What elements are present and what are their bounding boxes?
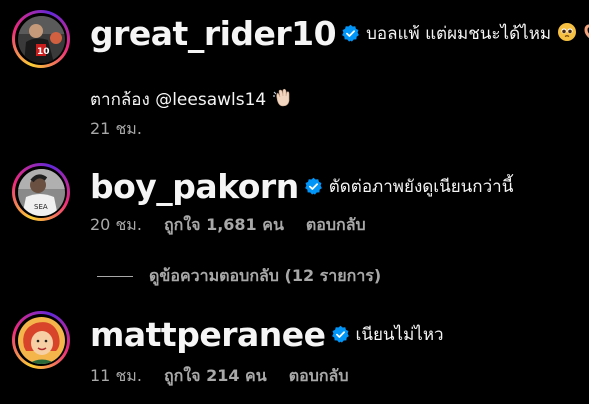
waving-hand-emoji <box>272 86 294 113</box>
comment-second-line: ตากล้อง @leesawls14 <box>90 86 294 113</box>
replies-divider <box>97 276 133 277</box>
comment-text: ตัดต่อภาพยังดูเนียนกว่านี้ <box>328 177 514 197</box>
verified-badge-icon <box>331 325 349 343</box>
likes-count[interactable]: ถูกใจ 214 คน <box>164 364 267 389</box>
verified-badge-icon <box>342 24 360 42</box>
avatar-mattperanee[interactable] <box>12 311 70 369</box>
comment-text: บอลแพ้ แต่ผมชนะได้ไหม <box>366 24 552 44</box>
svg-text:SEA: SEA <box>34 203 48 211</box>
avatar-great-rider10[interactable]: 10 <box>12 10 70 68</box>
comment-text: เนียนไม่ไหว <box>355 325 444 345</box>
svg-text:10: 10 <box>37 47 50 57</box>
comment-text-continued: ตากล้อง @leesawls14 <box>90 90 267 110</box>
comment-header: mattperanee เนียนไม่ไหว <box>90 315 444 354</box>
comments-panel: 10 great_rider10 บอลแพ้ แต่ผมชนะได้ไหม ต… <box>0 0 589 404</box>
view-replies-label: ดูข้อความตอบกลับ (12 รายการ) <box>149 266 382 285</box>
reply-button[interactable]: ตอบกลับ <box>289 364 349 389</box>
comment-meta: 21 ชม. <box>90 117 164 142</box>
comment-time: 21 ชม. <box>90 119 142 138</box>
username[interactable]: boy_pakorn <box>90 167 299 206</box>
view-replies-button[interactable]: ดูข้อความตอบกลับ (12 รายการ) <box>97 264 381 289</box>
comment-header: boy_pakorn ตัดต่อภาพยังดูเนียนกว่านี้ <box>90 167 513 206</box>
heart-hands-emoji <box>583 22 589 46</box>
comment-meta: 11 ชม. ถูกใจ 214 คน ตอบกลับ <box>90 364 371 389</box>
username[interactable]: mattperanee <box>90 315 326 354</box>
verified-badge-icon <box>304 177 322 195</box>
comment-meta: 20 ชม. ถูกใจ 1,681 คน ตอบกลับ <box>90 213 388 238</box>
comment-time: 11 ชม. <box>90 366 142 385</box>
comment-time: 20 ชม. <box>90 215 142 234</box>
avatar-boy-pakorn[interactable]: SEA <box>12 163 70 221</box>
comment-header: great_rider10 บอลแพ้ แต่ผมชนะได้ไหม <box>90 14 589 53</box>
username[interactable]: great_rider10 <box>90 14 337 53</box>
pleading-face-emoji <box>557 22 577 46</box>
reply-button[interactable]: ตอบกลับ <box>306 213 366 238</box>
likes-count[interactable]: ถูกใจ 1,681 คน <box>164 213 284 238</box>
